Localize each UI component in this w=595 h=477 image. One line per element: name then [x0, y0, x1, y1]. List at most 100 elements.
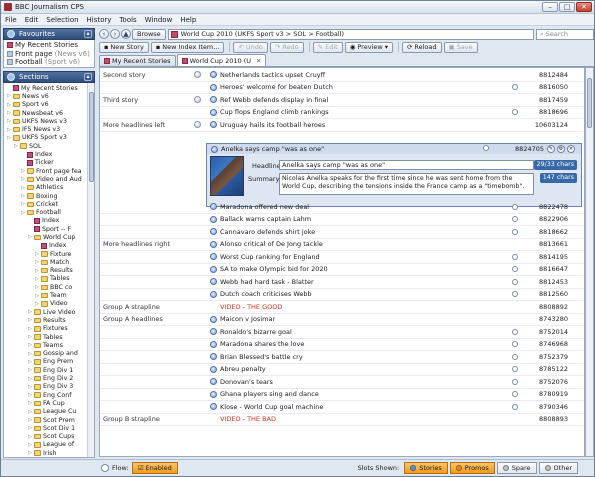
- tree-item[interactable]: ▷ Scot Div 1: [4, 424, 94, 432]
- expand-arrow-icon[interactable]: ▷: [27, 334, 33, 340]
- expand-arrow-icon[interactable]: ▷: [6, 135, 12, 141]
- summary-input[interactable]: Nicolas Anelka speaks for the first time…: [279, 173, 534, 195]
- story-title[interactable]: Heroes' welcome for beaten Dutch: [220, 83, 333, 91]
- expand-arrow-icon[interactable]: ▷: [34, 293, 40, 299]
- expand-arrow-icon[interactable]: ▷: [27, 400, 33, 406]
- search-input[interactable]: ⌕ Search: [536, 28, 594, 40]
- story-title[interactable]: Alonso critical of De Jong tackle: [220, 240, 323, 248]
- expand-arrow-icon[interactable]: ▷: [27, 317, 33, 323]
- expand-arrow-icon[interactable]: ▷: [20, 168, 26, 174]
- expand-arrow-icon[interactable]: ▷: [20, 210, 26, 216]
- tree-item[interactable]: ▷ League Cu: [4, 408, 94, 416]
- close-tab-icon[interactable]: ✕: [256, 56, 261, 66]
- promo-title[interactable]: VIDEO - THE BAD: [220, 415, 276, 423]
- status-radio[interactable]: [512, 378, 518, 385]
- status-radio[interactable]: [512, 291, 518, 298]
- index-scrollbar[interactable]: [585, 67, 594, 457]
- tree-item[interactable]: ▷ Sport v6: [4, 101, 94, 109]
- index-row[interactable]: Abreu penalty 8785122: [100, 364, 584, 376]
- slots-spare-toggle[interactable]: Spare: [496, 462, 537, 474]
- index-row[interactable]: Heroes' welcome for beaten Dutch 8816050: [100, 82, 584, 94]
- status-radio[interactable]: [512, 391, 518, 398]
- preview-button[interactable]: ◉ Preview ▾: [344, 41, 393, 53]
- status-radio[interactable]: [512, 278, 518, 285]
- tree-item[interactable]: ▷ UKFS News v3: [4, 117, 94, 125]
- tree-item[interactable]: ▷ Cricket: [4, 200, 94, 208]
- index-row[interactable]: Cannavaro defends shirt joke 8818662: [100, 226, 584, 239]
- expand-arrow-icon[interactable]: ▷: [20, 201, 26, 207]
- tree-item[interactable]: Index: [4, 242, 94, 250]
- tree-item[interactable]: ▷ Boxing: [4, 192, 94, 200]
- favourites-header[interactable]: Favourites ▴: [3, 28, 95, 40]
- tree-item[interactable]: ▷ Newsbeat v6: [4, 109, 94, 117]
- sections-scrollbar[interactable]: [87, 83, 94, 457]
- tree-item[interactable]: ▷ League of: [4, 441, 94, 449]
- tree-item[interactable]: ▷ Video: [4, 300, 94, 308]
- index-row[interactable]: Group B strapline VIDEO - THE BAD 8808893: [100, 414, 584, 426]
- status-radio[interactable]: [512, 366, 518, 373]
- status-radio[interactable]: [512, 216, 518, 223]
- tree-item[interactable]: ▷ Eng Prem: [4, 358, 94, 366]
- tree-item[interactable]: ▷ Eng Div 2: [4, 374, 94, 382]
- expand-arrow-icon[interactable]: ▷: [20, 193, 26, 199]
- story-title[interactable]: Uruguay hails its football heroes: [220, 121, 325, 129]
- index-row[interactable]: Third story Ref Webb defends display in f…: [100, 94, 584, 107]
- expand-arrow-icon[interactable]: ▷: [27, 351, 33, 357]
- menu-tools[interactable]: Tools: [119, 16, 136, 24]
- tree-item[interactable]: ▷ Eng Conf: [4, 391, 94, 399]
- expand-arrow-icon[interactable]: [20, 152, 26, 158]
- tree-item[interactable]: ▷ Scot Cups: [4, 432, 94, 440]
- forward-button[interactable]: ›: [110, 29, 120, 39]
- status-radio[interactable]: [512, 353, 518, 360]
- slots-other-toggle[interactable]: Other: [538, 462, 578, 474]
- panel-pin-icon[interactable]: ▴: [84, 30, 92, 38]
- slot-settings-icon[interactable]: [194, 71, 201, 79]
- story-title[interactable]: Ref Webb defends display in final: [220, 96, 328, 104]
- new-story-button[interactable]: ▪ New Story: [99, 41, 149, 53]
- story-thumbnail-image[interactable]: [210, 156, 244, 196]
- tree-item[interactable]: ▷ Eng Div 1: [4, 366, 94, 374]
- tree-item[interactable]: ▷ Gossip and: [4, 350, 94, 358]
- status-radio[interactable]: [512, 341, 518, 348]
- index-row[interactable]: Klose - World Cup goal machine 8790346: [100, 401, 584, 414]
- index-row[interactable]: More headlines right Alonso critical of D…: [100, 239, 584, 251]
- headline-input[interactable]: Anelka says camp "was as one": [279, 160, 534, 170]
- index-row[interactable]: SA to make Olympic bid for 2020 8816647: [100, 264, 584, 276]
- story-title[interactable]: Cannavaro defends shirt joke: [220, 228, 315, 236]
- options-icon[interactable]: ⚙: [557, 145, 565, 153]
- tree-item[interactable]: ▷ Team: [4, 291, 94, 299]
- story-title[interactable]: Dutch coach criticises Webb: [220, 290, 312, 298]
- expand-arrow-icon[interactable]: ▷: [34, 251, 40, 257]
- tree-item[interactable]: ▷ Scot Prem: [4, 416, 94, 424]
- expand-arrow-icon[interactable]: [20, 160, 26, 166]
- tree-item[interactable]: ▷ FA Cup: [4, 399, 94, 407]
- expand-arrow-icon[interactable]: ▷: [27, 342, 33, 348]
- expand-arrow-icon[interactable]: ▷: [27, 384, 33, 390]
- expand-arrow-icon[interactable]: ▷: [6, 110, 12, 116]
- new-index-item-button[interactable]: ▪ New Index Item...: [150, 41, 225, 53]
- story-title[interactable]: Maicon v Josimar: [220, 315, 275, 323]
- favourite-item[interactable]: Football (Sport v6): [4, 58, 94, 67]
- edit-icon[interactable]: ✎: [547, 145, 555, 153]
- promo-title[interactable]: VIDEO - THE GOOD: [220, 303, 282, 311]
- expand-arrow-icon[interactable]: [6, 85, 12, 91]
- expand-arrow-icon[interactable]: ▷: [27, 367, 33, 373]
- index-row[interactable]: Dutch coach criticises Webb 8812560: [100, 289, 584, 301]
- index-row[interactable]: Ballack warns captain Lahm 8822906: [100, 214, 584, 226]
- tree-item[interactable]: ▷ Results: [4, 316, 94, 324]
- reload-button[interactable]: ⟳ Reload: [401, 41, 442, 53]
- expand-arrow-icon[interactable]: ▷: [34, 276, 40, 282]
- story-title[interactable]: Webb had hard task - Blatter: [220, 278, 314, 286]
- expand-arrow-icon[interactable]: ▷: [34, 259, 40, 265]
- expand-arrow-icon[interactable]: ▷: [27, 359, 33, 365]
- expand-arrow-icon[interactable]: ▷: [27, 392, 33, 398]
- tab-world-cup-2010[interactable]: World Cup 2010 (U ✕: [176, 54, 267, 66]
- story-title[interactable]: SA to make Olympic bid for 2020: [220, 265, 328, 273]
- expand-arrow-icon[interactable]: ▷: [6, 93, 12, 99]
- status-radio[interactable]: [512, 109, 518, 116]
- index-row[interactable]: Group A strapline VIDEO - THE GOOD 8808892: [100, 301, 584, 314]
- tree-item[interactable]: ▷ Fixtures: [4, 325, 94, 333]
- story-title[interactable]: Donovan's tears: [220, 378, 273, 386]
- expand-arrow-icon[interactable]: ▷: [27, 425, 33, 431]
- menu-window[interactable]: Window: [145, 16, 173, 24]
